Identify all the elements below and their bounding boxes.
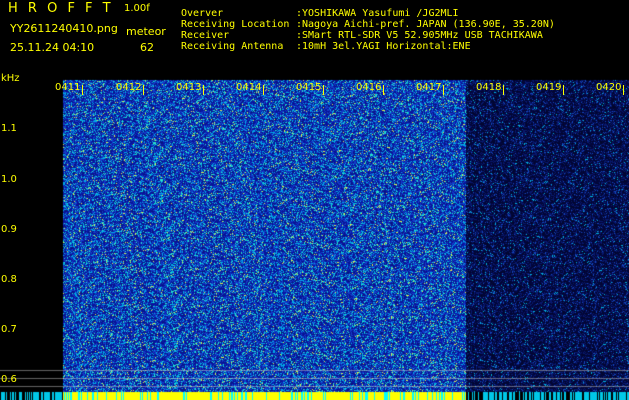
version: 1.00f bbox=[124, 3, 150, 14]
x-tick: 0411 bbox=[55, 82, 84, 95]
location-value: :Nagoya Aichi-pref. JAPAN (136.90E, 35.2… bbox=[296, 19, 555, 30]
x-tick: 0419 bbox=[536, 82, 565, 95]
observer-value: :YOSHIKAWA Yasufumi /JG2MLI bbox=[296, 8, 459, 19]
x-tick: 0418 bbox=[476, 82, 505, 95]
y-tick: 0.7 bbox=[1, 324, 17, 335]
file-name: YY2611240410.png bbox=[10, 22, 118, 35]
x-tick: 0417 bbox=[416, 82, 445, 95]
x-tick: 0413 bbox=[176, 82, 205, 95]
y-tick: 0.8 bbox=[1, 274, 17, 285]
y-tick: 0.6 bbox=[1, 374, 17, 385]
axis-unit: kHz bbox=[1, 73, 20, 84]
observer-label: Overver bbox=[181, 8, 224, 19]
location-label: Receiving Location bbox=[181, 19, 290, 30]
x-tick: 0420 bbox=[596, 82, 625, 95]
y-tick: 1.0 bbox=[1, 174, 17, 185]
meteor-count: 62 bbox=[140, 41, 154, 54]
y-tick: 0.9 bbox=[1, 224, 17, 235]
x-tick: 0412 bbox=[116, 82, 145, 95]
antenna-value: :10mH 3el.YAGI Horizontal:ENE bbox=[296, 41, 471, 52]
x-tick: 0416 bbox=[356, 82, 385, 95]
x-tick: 0414 bbox=[236, 82, 265, 95]
spectrogram bbox=[0, 0, 629, 400]
mode-label: meteor bbox=[126, 25, 166, 38]
antenna-label: Receiving Antenna bbox=[181, 41, 284, 52]
receiver-label: Receiver bbox=[181, 30, 230, 41]
app-name: H R O F F T bbox=[8, 1, 114, 16]
y-tick: 1.1 bbox=[1, 123, 17, 134]
datetime: 25.11.24 04:10 bbox=[10, 41, 95, 54]
receiver-value: :SMart RTL-SDR V5 52.905MHz USB TACHIKAW… bbox=[296, 30, 543, 41]
x-tick: 0415 bbox=[296, 82, 325, 95]
